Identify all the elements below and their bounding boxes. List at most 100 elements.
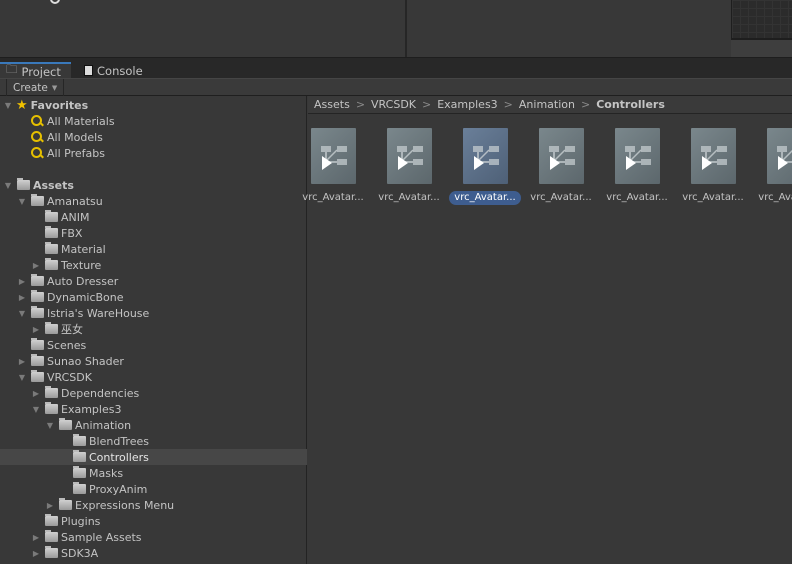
collapsed-arrow-icon[interactable]: ▶ [31,261,41,270]
tab-console[interactable]: Console [78,62,149,79]
asset-item[interactable]: vrc_Avatar... [523,128,599,208]
collapsed-arrow-icon[interactable]: ▶ [17,277,27,286]
tree-item-folder[interactable]: Controllers [0,449,307,465]
expanded-arrow-icon[interactable]: ▼ [45,421,55,430]
folder-icon [31,370,44,382]
tab-project[interactable]: 🗀 Project [0,62,71,79]
tree-item-folder[interactable]: ▶ Texture [0,257,307,273]
top-middle-panel [410,0,731,57]
expanded-arrow-icon[interactable]: ▼ [31,405,41,414]
folder-icon [45,242,58,254]
asset-item[interactable]: vrc_Avatar... [295,128,371,208]
tree-item-folder[interactable]: ▶ Sample Assets [0,529,307,545]
folder-icon [45,210,58,222]
tree-item-folder[interactable]: ▼ Istria's WareHouse [0,305,307,321]
collapsed-arrow-icon[interactable]: ▶ [45,501,55,510]
breadcrumb: Assets > VRCSDK > Examples3 > Animation > Contro… [308,96,792,114]
tab-console-label: Console [97,63,143,78]
collapsed-arrow-icon[interactable]: ▶ [17,293,27,302]
collapsed-arrow-icon[interactable]: ▶ [31,325,41,334]
tree-item-favorites[interactable]: ▼ ★ Favorites [0,97,307,113]
search-icon [31,131,43,143]
asset-label: vrc_Avatar... [682,192,744,203]
breadcrumb-item[interactable]: VRCSDK [371,98,416,111]
expanded-arrow-icon[interactable]: ▼ [3,181,13,190]
tree-item-folder[interactable]: ▼ VRCSDK [0,369,307,385]
folder-icon [17,178,30,190]
tree-item-label: Texture [61,258,102,272]
breadcrumb-item[interactable]: Animation [519,98,575,111]
tree-item-label: Dependencies [61,386,140,400]
tree-item-folder[interactable]: Plugins [0,513,307,529]
tree-item-label: DynamicBone [47,290,124,304]
tree-item-folder[interactable]: FBX [0,225,307,241]
tree-item-folder[interactable]: BlendTrees [0,433,307,449]
folder-icon [73,450,86,462]
create-button[interactable]: Create ▼ [6,79,65,96]
search-icon [31,147,43,159]
folder-icon [45,546,58,558]
breadcrumb-item[interactable]: Examples3 [437,98,497,111]
tree-item-folder[interactable]: ▶ SDK3A [0,545,307,561]
tree-item-label: 巫女 [61,323,83,336]
tree-item-folder[interactable]: ▶ DynamicBone [0,289,307,305]
collapsed-arrow-icon[interactable]: ▶ [31,389,41,398]
breadcrumb-item[interactable]: Controllers [596,98,665,111]
collapsed-arrow-icon[interactable]: ▶ [31,533,41,542]
expanded-arrow-icon[interactable]: ▼ [3,101,13,110]
chevron-right-icon: > [355,98,366,111]
folder-tree[interactable]: ▼ ★ Favorites All Materials All Models All Pr… [0,96,307,564]
tree-item-label: SDK3A [61,546,99,560]
favorite-item[interactable]: All Prefabs [0,145,307,161]
folder-icon [31,290,44,302]
asset-item[interactable]: vrc_Avatar... [751,128,792,208]
tree-item-label: ANIM [61,210,90,224]
tree-item-label: VRCSDK [47,370,92,384]
tree-item-folder[interactable]: ▶ Expressions Menu [0,497,307,513]
folder-icon [73,466,86,478]
tree-item-folder[interactable]: ▼ Examples3 [0,401,307,417]
favorite-item[interactable]: All Materials [0,113,307,129]
tree-item-folder[interactable]: ▶ 巫女 [0,321,307,337]
asset-label: vrc_Avatar... [378,192,440,203]
asset-item[interactable]: vrc_Avatar... [675,128,751,208]
tree-item-label: Examples3 [61,402,122,416]
asset-item[interactable]: vrc_Avatar... [371,128,447,208]
expanded-arrow-icon[interactable]: ▼ [17,373,27,382]
tree-item-label: Sample Assets [61,530,142,544]
expanded-arrow-icon[interactable]: ▼ [17,309,27,318]
tree-item-label: Sunao Shader [47,354,124,368]
favorite-label: All Materials [47,114,115,128]
collapsed-arrow-icon[interactable]: ▶ [17,357,27,366]
expanded-arrow-icon[interactable]: ▼ [17,197,27,206]
tree-item-folder[interactable]: Masks [0,465,307,481]
favorite-item[interactable]: All Models [0,129,307,145]
create-label: Create [13,81,48,94]
tree-item-folder[interactable]: ▼ Assets [0,177,307,193]
folder-icon [59,498,72,510]
tree-item-label: Scenes [47,338,87,352]
gizmo-icon [50,0,60,4]
asset-label: vrc_Avatar... [606,192,668,203]
favorite-label: All Models [47,130,103,144]
breadcrumb-item[interactable]: Assets [314,98,350,111]
tree-item-label: FBX [61,226,83,240]
tab-project-label: Project [21,64,61,79]
star-icon: ★ [16,97,28,113]
tree-item-folder[interactable]: ProxyAnim [0,481,307,497]
tree-item-folder[interactable]: ▼ Amanatsu [0,193,307,209]
tree-item-folder[interactable]: ANIM [0,209,307,225]
collapsed-arrow-icon[interactable]: ▶ [31,549,41,558]
tree-item-folder[interactable]: ▶ Auto Dresser [0,273,307,289]
chevron-right-icon: > [503,98,513,111]
tree-item-folder[interactable]: Scenes [0,337,307,353]
asset-item[interactable]: vrc_Avatar... [447,128,523,208]
console-icon [84,65,93,76]
folder-icon [45,530,58,542]
tree-item-folder[interactable]: ▼ Animation [0,417,307,433]
tree-item-folder[interactable]: Material [0,241,307,257]
asset-item[interactable]: vrc_Avatar... [599,128,675,208]
folder-icon [73,482,86,494]
tree-item-folder[interactable]: ▶ Sunao Shader [0,353,307,369]
tree-item-folder[interactable]: ▶ Dependencies [0,385,307,401]
